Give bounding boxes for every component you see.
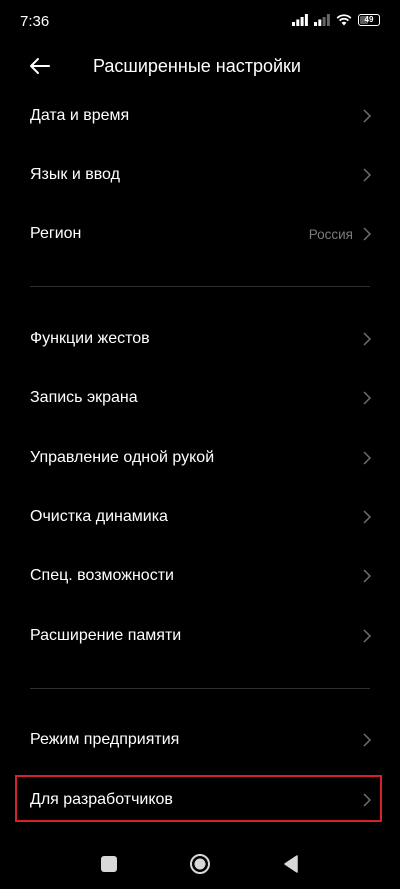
chevron-right-icon — [363, 569, 372, 583]
settings-item-screen-recorder[interactable]: Запись экрана — [0, 369, 400, 428]
status-time: 7:36 — [20, 13, 50, 30]
settings-item-accessibility[interactable]: Спец. возможности — [0, 547, 400, 606]
chevron-right-icon — [363, 168, 372, 182]
navigation-bar — [0, 839, 400, 889]
home-button[interactable] — [189, 853, 211, 875]
settings-item-label: Очистка динамика — [30, 508, 168, 526]
section-divider — [0, 264, 400, 309]
settings-item-label: Режим предприятия — [30, 731, 180, 749]
settings-item-date-time[interactable]: Дата и время — [0, 86, 400, 145]
home-circle-icon — [190, 854, 210, 874]
square-icon — [101, 856, 117, 872]
wifi-icon — [336, 14, 352, 26]
chevron-right-icon — [363, 733, 372, 747]
settings-item-developer-options[interactable]: Для разработчиков — [0, 770, 400, 829]
settings-item-label: Регион — [30, 225, 82, 243]
settings-item-label: Спец. возможности — [30, 567, 174, 585]
back-triangle-icon — [284, 855, 298, 873]
settings-item-speaker-cleaner[interactable]: Очистка динамика — [0, 487, 400, 546]
settings-item-label: Управление одной рукой — [30, 448, 215, 466]
settings-item-enterprise-mode[interactable]: Режим предприятия — [0, 711, 400, 770]
chevron-right-icon — [363, 510, 372, 524]
back-arrow-icon — [30, 58, 50, 74]
settings-item-label: Дата и время — [30, 106, 130, 124]
chevron-right-icon — [363, 227, 372, 241]
recents-button[interactable] — [98, 853, 120, 875]
settings-item-label: Функции жестов — [30, 329, 150, 347]
signal-icon — [292, 14, 308, 26]
chevron-right-icon — [363, 332, 372, 346]
battery-icon: 49 — [358, 14, 380, 26]
settings-item-label: Расширение памяти — [30, 626, 182, 644]
settings-item-label: Для разработчиков — [30, 790, 173, 808]
settings-item-memory-extension[interactable]: Расширение памяти — [0, 606, 400, 665]
back-button[interactable] — [26, 52, 54, 80]
chevron-right-icon — [363, 391, 372, 405]
back-nav-button[interactable] — [280, 853, 302, 875]
settings-item-gestures[interactable]: Функции жестов — [0, 309, 400, 368]
settings-item-label: Язык и ввод — [30, 166, 120, 184]
status-icons: 49 — [292, 14, 380, 26]
settings-item-one-handed-mode[interactable]: Управление одной рукой — [0, 428, 400, 487]
signal-icon — [314, 14, 330, 26]
header: Расширенные настройки — [0, 44, 400, 88]
chevron-right-icon — [363, 629, 372, 643]
settings-item-value: Россия — [308, 226, 353, 242]
page-title: Расширенные настройки — [93, 56, 301, 76]
settings-item-region[interactable]: Регион Россия — [0, 205, 400, 264]
status-bar: 7:36 49 — [0, 0, 400, 44]
chevron-right-icon — [363, 793, 372, 807]
chevron-right-icon — [363, 109, 372, 123]
chevron-right-icon — [363, 451, 372, 465]
settings-item-language-input[interactable]: Язык и ввод — [0, 145, 400, 204]
settings-item-label: Запись экрана — [30, 389, 138, 407]
section-divider — [0, 666, 400, 711]
settings-list: Дата и время Язык и ввод Регион Россия Ф… — [0, 86, 400, 829]
